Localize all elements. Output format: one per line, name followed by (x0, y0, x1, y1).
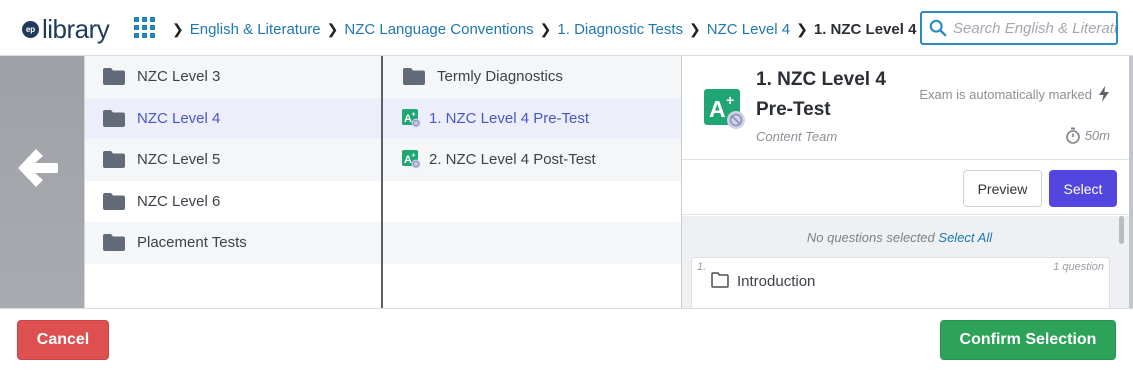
select-all-link[interactable]: Select All (938, 230, 992, 245)
chevron-right-icon: ❯ (689, 20, 701, 37)
back-panel (0, 56, 84, 308)
svg-text:+: + (412, 153, 416, 160)
stopwatch-icon (1065, 127, 1080, 144)
confirm-selection-button[interactable]: Confirm Selection (940, 320, 1116, 360)
chevron-right-icon: ❯ (539, 20, 552, 37)
search-box[interactable] (920, 11, 1118, 45)
top-bar: ep library ❯ English & Literature ❯ NZC … (0, 0, 1133, 56)
questions-area: No questions selected Select All 1. 1 qu… (682, 216, 1129, 308)
lightning-icon (1099, 86, 1109, 102)
question-count: 1 question (1053, 261, 1104, 273)
list-item[interactable]: A + 2. NZC Level 4 Post-Test (383, 139, 681, 181)
folder-icon (103, 68, 125, 86)
list-item-label: Termly Diagnostics (437, 68, 563, 86)
window-edge (1129, 56, 1133, 308)
list-item-label: Placement Tests (137, 234, 247, 252)
svg-text:+: + (412, 111, 416, 118)
grid-icon[interactable] (134, 17, 155, 38)
scrollbar-thumb[interactable] (1119, 216, 1124, 244)
chevron-right-icon: ❯ (796, 20, 808, 37)
breadcrumb-diagnostic-tests[interactable]: 1. Diagnostic Tests (557, 21, 683, 38)
no-questions-text: No questions selected (806, 230, 935, 245)
logo-text: library (42, 14, 110, 44)
breadcrumb-nzc-level-4[interactable]: NZC Level 4 (707, 21, 790, 38)
empty-row (383, 222, 681, 264)
logo-badge: ep (22, 20, 39, 38)
breadcrumb: ❯ English & Literature ❯ NZC Language Co… (172, 19, 980, 39)
list-item-label: NZC Level 5 (137, 151, 221, 169)
select-button[interactable]: Select (1049, 170, 1117, 207)
auto-marked-text: Exam is automatically marked (919, 86, 1092, 102)
chevron-right-icon: ❯ (172, 20, 184, 37)
question-card[interactable]: 1. 1 question Introduction (691, 257, 1110, 308)
list-item-label: NZC Level 4 (137, 109, 221, 127)
search-input[interactable] (953, 19, 1116, 37)
cancel-button[interactable]: Cancel (17, 320, 109, 360)
test-author: Content Team (756, 129, 838, 144)
auto-marked-note: Exam is automatically marked (919, 86, 1110, 102)
list-item[interactable]: Termly Diagnostics (383, 56, 681, 98)
folder-column-tests: Termly Diagnostics A + 1. NZC Level 4 Pr… (381, 56, 681, 308)
chevron-right-icon: ❯ (326, 20, 339, 37)
svg-text:+: + (726, 92, 734, 108)
arrow-left-icon[interactable] (14, 145, 62, 191)
folder-column-levels: NZC Level 3 NZC Level 4 NZC Level 5 NZC … (84, 56, 381, 308)
detail-header: A + 1. NZC Level 4 Pre-Test Content Team… (682, 56, 1129, 160)
list-item-label: 2. NZC Level 4 Post-Test (429, 151, 596, 169)
list-item-selected[interactable]: A + 1. NZC Level 4 Pre-Test (383, 97, 681, 139)
auto-marked-test-icon: A + (402, 150, 421, 169)
preview-button[interactable]: Preview (963, 170, 1042, 207)
auto-marked-test-icon: A + (704, 89, 745, 129)
list-item-selected[interactable]: NZC Level 4 (85, 97, 381, 139)
list-item-label: NZC Level 3 (137, 68, 221, 86)
folder-icon (103, 109, 125, 127)
question-number: 1. (697, 261, 707, 273)
empty-row (383, 181, 681, 223)
folder-outline-icon (711, 272, 729, 288)
question-label: Introduction (737, 273, 816, 290)
test-duration: 50m (1065, 127, 1110, 144)
folder-icon (403, 68, 425, 86)
folder-icon (103, 192, 125, 210)
list-item[interactable]: NZC Level 3 (85, 56, 381, 98)
breadcrumb-english-literature[interactable]: English & Literature (190, 21, 321, 38)
list-item[interactable]: Placement Tests (85, 222, 381, 264)
search-icon (929, 19, 947, 37)
test-title: 1. NZC Level 4 Pre-Test (756, 69, 886, 120)
list-item[interactable]: NZC Level 6 (85, 181, 381, 223)
detail-actions: Preview Select (682, 161, 1129, 215)
folder-icon (103, 151, 125, 169)
breadcrumb-language-conventions[interactable]: NZC Language Conventions (344, 21, 533, 38)
svg-text:A: A (709, 96, 726, 122)
folder-icon (103, 234, 125, 252)
empty-row (85, 264, 381, 306)
app-logo[interactable]: ep library (22, 14, 110, 44)
list-item-label: NZC Level 6 (137, 192, 221, 210)
footer-bar: Cancel Confirm Selection (0, 308, 1133, 370)
test-detail-panel: A + 1. NZC Level 4 Pre-Test Content Team… (681, 56, 1129, 308)
empty-row (383, 264, 681, 306)
auto-marked-test-icon: A + (402, 108, 421, 128)
selection-status: No questions selected Select All (682, 230, 1117, 245)
duration-value: 50m (1084, 128, 1110, 143)
list-item[interactable]: NZC Level 5 (85, 139, 381, 181)
list-item-label: 1. NZC Level 4 Pre-Test (429, 109, 590, 127)
